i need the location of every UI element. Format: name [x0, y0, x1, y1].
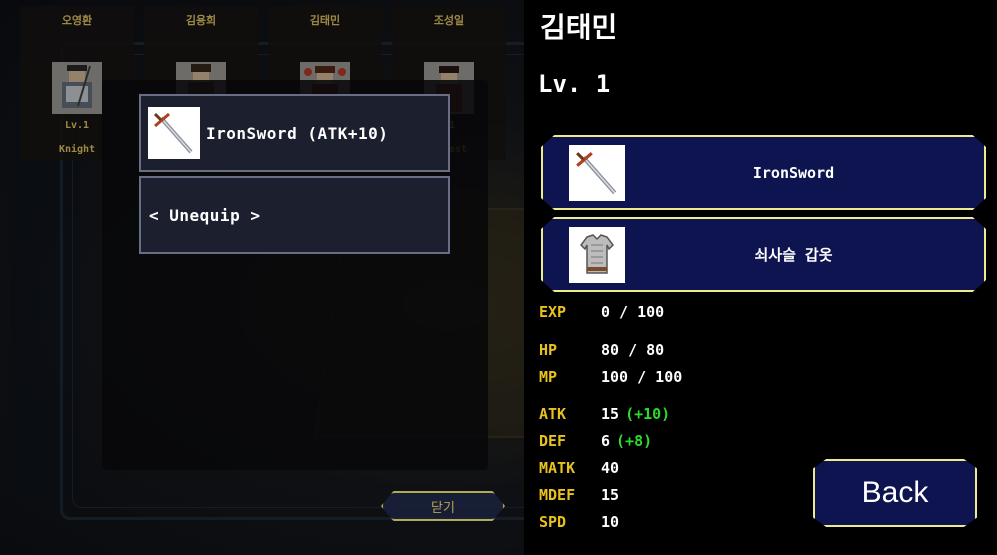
stat-value: 15 — [601, 405, 620, 423]
stat-key: MATK — [539, 459, 576, 477]
stat-key: DEF — [539, 432, 567, 450]
stat-key: MP — [539, 368, 558, 386]
back-button[interactable]: Back — [813, 459, 977, 527]
sword-icon — [148, 107, 200, 159]
character-level-title: Lv. 1 — [538, 70, 611, 98]
stat-key: EXP — [539, 303, 567, 321]
equip-option-label: < Unequip > — [149, 205, 261, 225]
close-button[interactable]: 닫기 — [381, 491, 505, 521]
stat-spd: SPD 10 — [539, 512, 619, 532]
equip-option-ironsword[interactable]: IronSword (ATK+10) — [139, 94, 450, 172]
chainmail-icon — [569, 227, 625, 283]
weapon-slot-label: IronSword — [752, 163, 835, 182]
stat-atk: ATK 15 (+10) — [539, 404, 670, 424]
character-name-title: 김태민 — [540, 11, 618, 44]
stat-key: HP — [539, 341, 558, 359]
equip-select-panel: IronSword (ATK+10) < Unequip > — [102, 80, 488, 470]
stat-key: ATK — [539, 405, 567, 423]
stat-value: 10 — [601, 513, 620, 531]
stat-value: 40 — [601, 459, 620, 477]
armor-slot[interactable]: 쇠사슬 갑옷 — [541, 217, 986, 292]
unequip-option[interactable]: < Unequip > — [139, 176, 450, 254]
equip-option-label: IronSword (ATK+10) — [206, 123, 389, 143]
stat-exp: EXP 0 / 100 — [539, 302, 664, 322]
stat-bonus: (+8) — [616, 432, 653, 450]
stat-mdef: MDEF 15 — [539, 485, 619, 505]
stat-bonus: (+10) — [625, 405, 671, 423]
stat-matk: MATK 40 — [539, 458, 619, 478]
character-detail-panel: 김태민 Lv. 1 IronSword 쇠사슬 갑옷 EXP 0 / 100 H… — [524, 0, 997, 555]
stat-mp: MP 100 / 100 — [539, 367, 682, 387]
stat-value: 6 — [601, 432, 611, 450]
stat-value: 80 / 80 — [601, 341, 665, 359]
stat-value: 100 / 100 — [601, 368, 683, 386]
armor-slot-label: 쇠사슬 갑옷 — [754, 246, 833, 264]
stat-value: 0 / 100 — [601, 303, 665, 321]
sword-icon — [569, 145, 625, 201]
stat-def: DEF 6 (+8) — [539, 431, 652, 451]
weapon-slot[interactable]: IronSword — [541, 135, 986, 210]
stat-hp: HP 80 / 80 — [539, 340, 664, 360]
stat-value: 15 — [601, 486, 620, 504]
stat-key: SPD — [539, 513, 567, 531]
stat-key: MDEF — [539, 486, 576, 504]
